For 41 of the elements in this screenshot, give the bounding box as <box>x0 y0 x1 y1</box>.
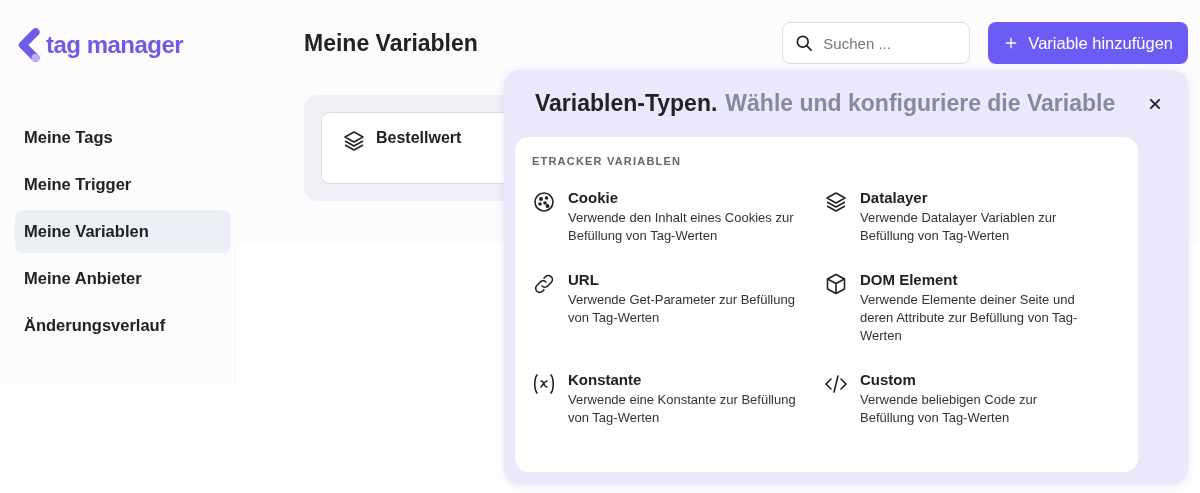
sidebar-item[interactable]: Meine Trigger <box>15 163 231 206</box>
type-description: Verwende beliebigen Code zur Befüllung von Tag-Werten <box>860 391 1039 427</box>
variable-type-option[interactable]: Custom Verwende beliebigen Code zur Befüllung von Tag-Werten <box>824 371 1116 427</box>
variable-type-option[interactable]: Konstante Verwende eine Konstante zur Befüllung von Tag-Werten <box>532 371 824 427</box>
sidebar-item[interactable]: Meine Anbieter <box>15 257 231 300</box>
type-description: Verwende Elemente deiner Seite und deren Attribute zur Befüllung von Tag-Werten <box>860 291 1079 345</box>
page-title: Meine Variablen <box>304 29 478 57</box>
logo-icon <box>18 26 42 64</box>
search-field[interactable]: Suchen ... <box>782 22 971 64</box>
cookie-icon <box>532 190 556 214</box>
type-description: Verwende den Inhalt eines Cookies zur Befüllung von Tag-Werten <box>568 209 795 245</box>
section-label: ETRACKER VARIABLEN <box>532 155 683 167</box>
type-description: Verwende Datalayer Variablen zur Befüllung von Tag-Werten <box>860 209 1058 245</box>
popover-title: Variablen-Typen. <box>535 90 718 116</box>
plus-icon <box>1004 36 1019 50</box>
type-description: Verwende Get-Parameter zur Befüllung von Tag-Werten <box>568 291 796 327</box>
variable-type-option[interactable]: URL Verwende Get-Parameter zur Befüllung von Tag-Werten <box>532 271 824 345</box>
layers-icon <box>342 129 366 153</box>
type-title: Datalayer <box>860 189 929 206</box>
sidebar-item[interactable]: Meine Variablen <box>15 210 231 253</box>
type-description: Verwende eine Konstante zur Befüllung von Tag-Werten <box>568 391 796 427</box>
code-icon <box>824 372 848 396</box>
logo-text: tag manager <box>46 31 184 59</box>
layers-icon <box>824 190 848 214</box>
type-title: DOM Element <box>860 271 959 288</box>
variable-type-option[interactable]: Cookie Verwende den Inhalt eines Cookies zur Befüllung von Tag-Werten <box>532 189 824 245</box>
popover-subtitle: Wähle und konfiguriere die Variable <box>725 90 1116 116</box>
close-icon <box>1148 96 1162 111</box>
sidebar-item[interactable]: Änderungsverlauf <box>15 304 231 347</box>
sidebar-item[interactable]: Meine Tags <box>15 116 231 159</box>
link-icon <box>532 272 556 296</box>
variable-icon <box>532 372 556 396</box>
type-title: Cookie <box>568 189 619 206</box>
type-title: URL <box>568 271 600 288</box>
variable-type-option[interactable]: DOM Element Verwende Elemente deiner Seite und deren Attribute zur Befüllung von Tag-Werten <box>824 271 1116 345</box>
cube-icon <box>824 272 848 296</box>
type-title: Custom <box>860 371 917 388</box>
variable-name: Bestellwert <box>376 129 462 147</box>
variable-type-option[interactable]: Datalayer Verwende Datalayer Variablen zur Befüllung von Tag-Werten <box>824 189 1116 245</box>
add-variable-button[interactable]: Variable hinzufügen <box>988 22 1188 64</box>
type-title: Konstante <box>568 371 643 388</box>
